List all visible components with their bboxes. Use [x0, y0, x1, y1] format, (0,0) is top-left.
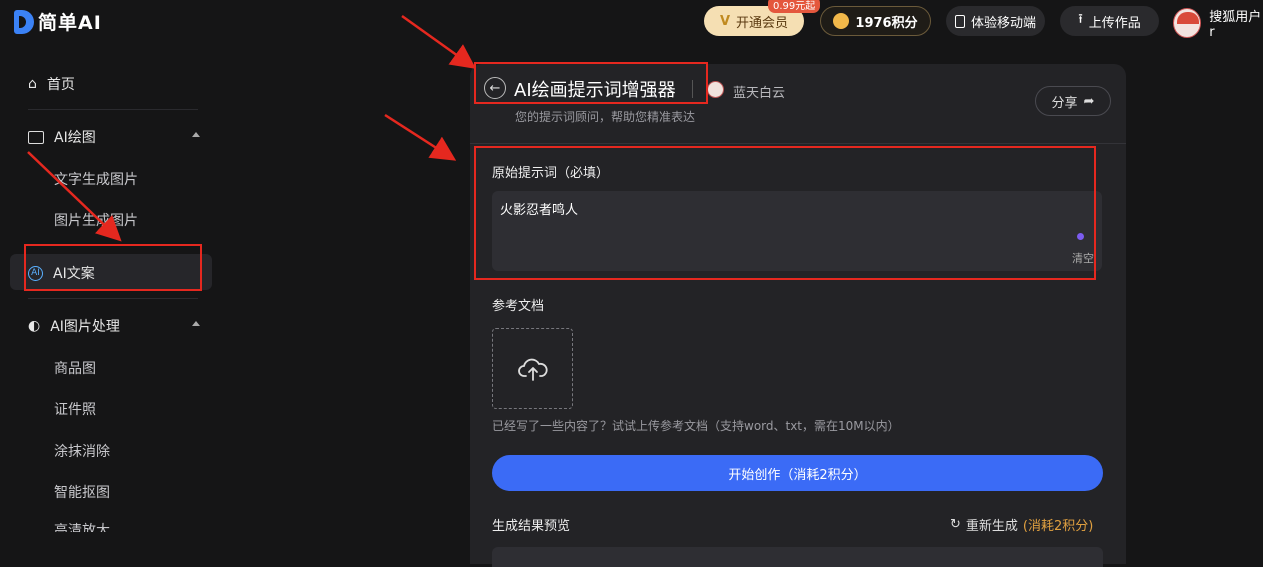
annotation-arrow-prompt — [384, 113, 457, 161]
annotation-arrow-title — [401, 14, 477, 69]
annotation-arrow-sidebar — [27, 151, 122, 242]
annotation-arrows — [27, 14, 477, 242]
